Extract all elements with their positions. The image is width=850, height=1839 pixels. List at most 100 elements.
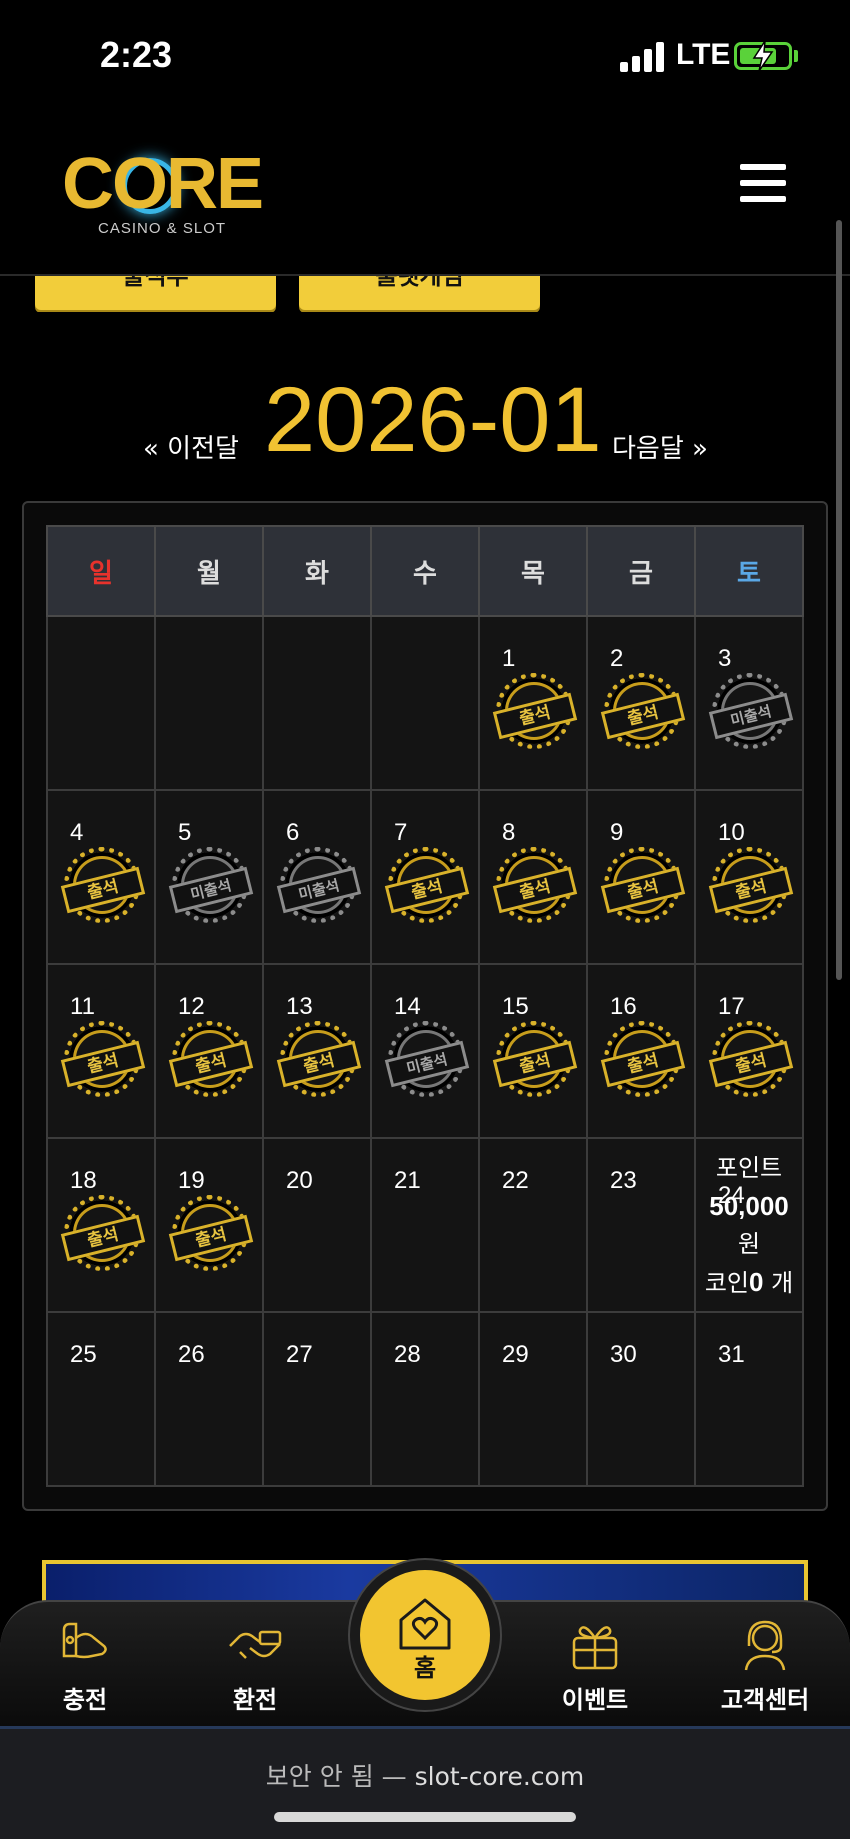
calendar-day-cell[interactable]: 8 출석 [478,789,588,965]
calendar-day-cell[interactable]: 24 포인트 50,000 원 코인0 개 [694,1137,804,1313]
next-month-link[interactable]: 다음달 » [612,428,708,465]
day-number: 28 [394,1341,421,1368]
attended-stamp-icon: 출석 [60,1195,146,1271]
reward-coin-count: 0 [748,1267,764,1297]
calendar-day-cell [154,615,264,791]
day-number: 13 [286,993,313,1020]
attended-stamp-icon: 출석 [708,847,794,923]
calendar-day-cell[interactable]: 11 출석 [46,963,156,1139]
nav-support-label: 고객센터 [720,1686,810,1714]
attended-stamp-icon: 출석 [60,847,146,923]
day-number: 25 [70,1341,97,1368]
calendar-day-cell[interactable]: 10 출석 [694,789,804,965]
day-number: 29 [502,1341,529,1368]
day-number: 24 [718,1182,745,1209]
day-number: 23 [610,1167,637,1194]
day-number: 10 [718,819,745,846]
calendar-day-cell[interactable]: 6 미출석 [262,789,372,965]
calendar-day-cell[interactable]: 17 출석 [694,963,804,1139]
calendar-day-cell[interactable]: 2 출석 [586,615,696,791]
attended-stamp-icon: 출석 [600,847,686,923]
calendar-day-cell[interactable]: 23 [586,1137,696,1313]
day-number: 18 [70,1167,97,1194]
browser-url-bar[interactable]: 보안 안 됨 — slot-core.com [0,1726,850,1839]
calendar-day-cell[interactable]: 12 출석 [154,963,264,1139]
stamp-label: 출석 [168,1214,254,1262]
stamp-label: 출석 [600,1040,686,1088]
home-indicator [274,1812,576,1822]
reward-coin-unit: 개 [763,1269,794,1297]
calendar-day-cell[interactable]: 30 [586,1311,696,1487]
calendar-day-cell [370,615,480,791]
day-number: 20 [286,1167,313,1194]
url-domain: slot-core.com [414,1762,585,1791]
nav-deposit[interactable]: 충전 [20,1616,150,1716]
stamp-label: 출석 [492,692,578,740]
day-number: 27 [286,1341,313,1368]
stamp-label: 출석 [708,1040,794,1088]
logo-subtitle: CASINO & SLOT [98,220,227,237]
month-title: 2026-01 [264,369,602,471]
calendar-day-cell[interactable]: 14 미출석 [370,963,480,1139]
day-number: 15 [502,993,529,1020]
stamp-label: 출석 [276,1040,362,1088]
calendar-day-cell[interactable]: 25 [46,1311,156,1487]
calendar-day-cell[interactable]: 4 출석 [46,789,156,965]
calendar-day-cell[interactable]: 16 출석 [586,963,696,1139]
calendar-day-cell[interactable]: 1 출석 [478,615,588,791]
nav-support[interactable]: 고객센터 [700,1616,830,1716]
calendar-day-cell[interactable]: 9 출석 [586,789,696,965]
weekday-tue: 화 [262,525,372,617]
stamp-label: 출석 [60,1214,146,1262]
calendar-day-cell[interactable]: 22 [478,1137,588,1313]
charging-bolt-icon [752,41,774,71]
day-number: 14 [394,993,421,1020]
menu-icon[interactable] [740,164,786,204]
day-number: 9 [610,819,624,846]
calendar-week-row: 18 출석 19 출석 20 21 22 23 24 포인트 50,000 원 코인0 개 [46,1137,804,1313]
calendar-day-cell[interactable]: 15 출석 [478,963,588,1139]
stamp-label: 미출석 [708,692,794,740]
attendance-button[interactable]: 출석부 [35,276,276,310]
day-number: 31 [718,1341,745,1368]
day-number: 3 [718,645,732,672]
prev-month-link[interactable]: « 이전달 [143,428,239,465]
stamp-label: 출석 [60,1040,146,1088]
calendar-day-cell[interactable]: 19 출석 [154,1137,264,1313]
nav-withdraw[interactable]: 환전 [190,1616,320,1716]
status-bar: 2:23 LTE [0,0,850,110]
attended-stamp-icon: 출석 [708,1021,794,1097]
nav-event[interactable]: 이벤트 [530,1616,660,1716]
calendar-day-cell[interactable]: 5 미출석 [154,789,264,965]
stamp-label: 출석 [492,866,578,914]
calendar-day-cell[interactable]: 26 [154,1311,264,1487]
calendar-day-cell[interactable]: 31 [694,1311,804,1487]
site-logo[interactable]: CORE CASINO & SLOT [62,144,272,244]
attended-stamp-icon: 출석 [492,1021,578,1097]
calendar-day-cell[interactable]: 13 출석 [262,963,372,1139]
url-text[interactable]: 보안 안 됨 — slot-core.com [0,1757,850,1793]
absent-stamp-icon: 미출석 [384,1021,470,1097]
calendar-week-row: 1 출석 2 출석 3 미출석 [46,615,804,791]
stamp-label: 출석 [600,866,686,914]
stamp-label: 출석 [600,692,686,740]
calendar-day-cell[interactable]: 29 [478,1311,588,1487]
calendar-day-cell[interactable]: 18 출석 [46,1137,156,1313]
calendar-week-row: 25 26 27 28 29 30 31 [46,1311,804,1487]
scrollbar[interactable] [836,220,842,980]
roulette-button[interactable]: 룰렛게임 [299,276,540,310]
attended-stamp-icon: 출석 [492,847,578,923]
day-number: 7 [394,819,408,846]
nav-withdraw-label: 환전 [232,1686,278,1714]
calendar-day-cell[interactable]: 28 [370,1311,480,1487]
reward-coin-line: 코인0 개 [696,1263,802,1302]
calendar-day-cell[interactable]: 21 [370,1137,480,1313]
calendar-day-cell[interactable]: 3 미출석 [694,615,804,791]
calendar-day-cell[interactable]: 20 [262,1137,372,1313]
calendar-day-cell[interactable]: 7 출석 [370,789,480,965]
nav-event-label: 이벤트 [561,1686,629,1714]
month-navigation: « 이전달 2026-01 다음달 » [0,370,850,470]
insecure-label: 보안 안 됨 — [265,1762,407,1791]
day-number: 26 [178,1341,205,1368]
calendar-day-cell[interactable]: 27 [262,1311,372,1487]
